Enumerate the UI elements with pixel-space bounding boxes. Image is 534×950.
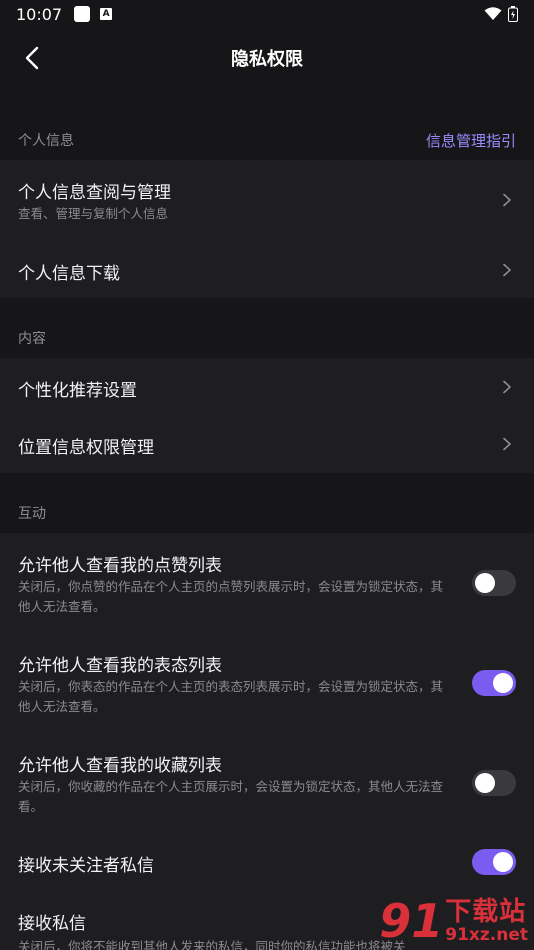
section-label-interaction: 互动 [18,506,46,522]
keyboard-notification-icon: A [100,8,113,20]
chevron-right-icon [503,380,511,394]
toggle-knob [493,673,513,693]
watermark-title: 下载站 [445,897,527,927]
row-title: 允许他人查看我的收藏列表 [18,756,222,776]
chevron-right-icon [503,193,511,207]
toggle-knob [475,773,495,793]
row-title: 个性化推荐设置 [18,381,137,401]
back-arrow-icon [25,46,39,70]
section-label-personal: 个人信息 [18,133,74,149]
row-title: 允许他人查看我的点赞列表 [18,556,222,576]
favorites-list-visibility-row: 允许他人查看我的收藏列表 关闭后，你收藏的作品在个人主页展示时，会设置为锁定状态… [0,733,534,833]
chevron-right-icon [503,437,511,451]
toggle-knob [493,852,513,872]
watermark-url: 91xz.net [445,925,528,945]
row-description: 关闭后，你收藏的作品在个人主页展示时，会设置为锁定状态，其他人无法查看。 [18,779,444,814]
row-title: 允许他人查看我的表态列表 [18,656,222,676]
row-title: 位置信息权限管理 [18,438,154,458]
row-title: 个人信息下载 [18,264,120,284]
top-bar: 隐私权限 [0,28,534,88]
row-description: 关闭后，你点赞的作品在个人主页的点赞列表展示时，会设置为锁定状态，其他人无法查看… [18,579,444,614]
non-follower-messages-toggle[interactable] [472,849,516,875]
personalized-recommendation-settings[interactable]: 个性化推荐设置 [0,358,534,415]
wifi-icon [484,7,502,20]
page-title: 隐私权限 [231,49,303,70]
notification-icon [74,6,91,22]
personal-info-group: 个人信息查阅与管理 查看、管理与复制个人信息 个人信息下载 [0,160,534,298]
row-title: 接收私信 [18,914,86,934]
personal-info-view-manage[interactable]: 个人信息查阅与管理 查看、管理与复制个人信息 [0,160,534,242]
row-title: 接收未关注者私信 [18,856,154,876]
likes-list-toggle[interactable] [472,570,516,596]
section-label-content: 内容 [18,331,46,347]
row-title: 个人信息查阅与管理 [18,183,171,203]
watermark-logo: 91 [379,894,444,948]
reactions-list-toggle[interactable] [472,670,516,696]
chevron-right-icon [503,263,511,277]
non-follower-messages-row: 接收未关注者私信 [0,833,534,891]
status-bar: 10:07 A [0,0,534,28]
row-description: 关闭后，你表态的作品在个人主页的表态列表展示时，会设置为锁定状态，其他人无法查看… [18,679,444,714]
reactions-list-visibility-row: 允许他人查看我的表态列表 关闭后，你表态的作品在个人主页的表态列表展示时，会设置… [0,633,534,733]
row-subtitle: 查看、管理与复制个人信息 [18,206,169,221]
personal-info-download[interactable]: 个人信息下载 [0,242,534,298]
favorites-list-toggle[interactable] [472,770,516,796]
location-permission-management[interactable]: 位置信息权限管理 [0,415,534,473]
status-time: 10:07 [16,4,63,24]
interaction-group: 允许他人查看我的点赞列表 关闭后，你点赞的作品在个人主页的点赞列表展示时，会设置… [0,533,534,950]
info-guide-link[interactable]: 信息管理指引 [426,130,516,151]
battery-icon [508,6,518,22]
back-button[interactable] [14,42,50,74]
site-watermark: 91 下载站 91xz.net [362,892,534,950]
likes-list-visibility-row: 允许他人查看我的点赞列表 关闭后，你点赞的作品在个人主页的点赞列表展示时，会设置… [0,533,534,633]
toggle-knob [475,573,495,593]
content-group: 个性化推荐设置 位置信息权限管理 [0,358,534,473]
